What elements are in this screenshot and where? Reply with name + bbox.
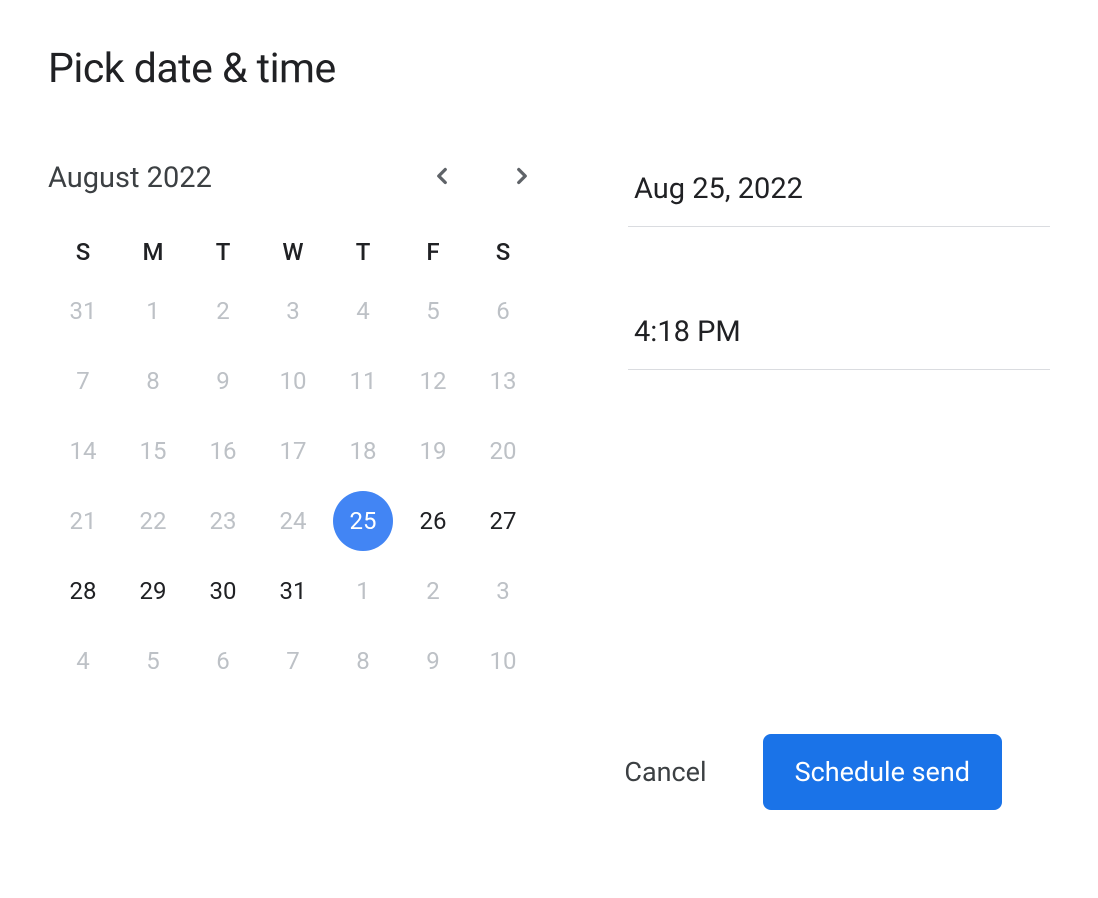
calendar-day[interactable]: 12: [398, 346, 468, 416]
calendar-day[interactable]: 4: [48, 626, 118, 696]
calendar-day[interactable]: 5: [118, 626, 188, 696]
weekday-label: T: [328, 228, 398, 276]
calendar-day[interactable]: 8: [118, 346, 188, 416]
calendar-day[interactable]: 1: [328, 556, 398, 626]
date-input[interactable]: [628, 164, 1050, 227]
calendar-day[interactable]: 22: [118, 486, 188, 556]
calendar-day[interactable]: 21: [48, 486, 118, 556]
calendar-grid: SMTWTFS311234567891011121314151617181920…: [48, 228, 538, 696]
calendar-day[interactable]: 29: [118, 556, 188, 626]
next-month-button[interactable]: [502, 158, 542, 198]
calendar-day[interactable]: 16: [188, 416, 258, 486]
schedule-send-button[interactable]: Schedule send: [763, 734, 1002, 810]
calendar-day[interactable]: 23: [188, 486, 258, 556]
weekday-label: S: [468, 228, 538, 276]
calendar-day[interactable]: 10: [258, 346, 328, 416]
calendar-day[interactable]: 11: [328, 346, 398, 416]
calendar-day[interactable]: 7: [48, 346, 118, 416]
calendar-day[interactable]: 3: [468, 556, 538, 626]
calendar-day[interactable]: 4: [328, 276, 398, 346]
chevron-right-icon: [509, 163, 535, 193]
calendar-day[interactable]: 6: [188, 626, 258, 696]
calendar-day[interactable]: 19: [398, 416, 468, 486]
calendar-day[interactable]: 5: [398, 276, 468, 346]
calendar-day[interactable]: 30: [188, 556, 258, 626]
weekday-label: F: [398, 228, 468, 276]
month-label: August 2022: [48, 161, 212, 195]
calendar-day[interactable]: 9: [188, 346, 258, 416]
weekday-label: W: [258, 228, 328, 276]
calendar-day[interactable]: 7: [258, 626, 328, 696]
weekday-label: T: [188, 228, 258, 276]
calendar-day[interactable]: 20: [468, 416, 538, 486]
calendar-day[interactable]: 10: [468, 626, 538, 696]
weekday-label: M: [118, 228, 188, 276]
calendar-panel: August 2022 SMTWTFS311234567891011121314…: [48, 158, 538, 696]
calendar-day[interactable]: 27: [468, 486, 538, 556]
calendar-day[interactable]: 28: [48, 556, 118, 626]
calendar-day[interactable]: 9: [398, 626, 468, 696]
calendar-day[interactable]: 15: [118, 416, 188, 486]
calendar-day[interactable]: 13: [468, 346, 538, 416]
calendar-day[interactable]: 31: [258, 556, 328, 626]
calendar-day[interactable]: 25: [328, 486, 398, 556]
calendar-day[interactable]: 31: [48, 276, 118, 346]
weekday-label: S: [48, 228, 118, 276]
chevron-left-icon: [429, 163, 455, 193]
calendar-day[interactable]: 2: [398, 556, 468, 626]
calendar-day[interactable]: 17: [258, 416, 328, 486]
calendar-day[interactable]: 3: [258, 276, 328, 346]
prev-month-button[interactable]: [422, 158, 462, 198]
calendar-day[interactable]: 24: [258, 486, 328, 556]
cancel-button[interactable]: Cancel: [618, 744, 712, 800]
calendar-day[interactable]: 26: [398, 486, 468, 556]
calendar-day[interactable]: 2: [188, 276, 258, 346]
inputs-panel: [628, 158, 1050, 696]
calendar-day[interactable]: 8: [328, 626, 398, 696]
calendar-day[interactable]: 1: [118, 276, 188, 346]
calendar-day[interactable]: 18: [328, 416, 398, 486]
time-input[interactable]: [628, 307, 1050, 370]
calendar-day[interactable]: 14: [48, 416, 118, 486]
dialog-title: Pick date & time: [48, 45, 1050, 93]
calendar-day[interactable]: 6: [468, 276, 538, 346]
